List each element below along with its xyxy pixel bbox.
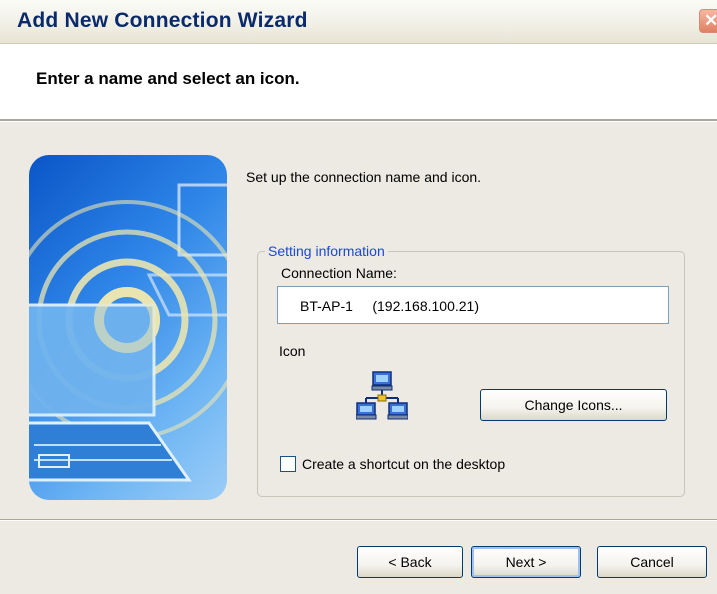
icon-label: Icon (279, 343, 306, 359)
close-icon: ✕ (704, 11, 717, 30)
cancel-button[interactable]: Cancel (597, 546, 707, 578)
connection-name-label: Connection Name: (281, 265, 397, 281)
shortcut-label: Create a shortcut on the desktop (302, 456, 506, 472)
network-icon (355, 371, 409, 421)
shortcut-checkbox[interactable] (280, 456, 296, 472)
wizard-illustration (29, 155, 227, 500)
laptop-waves-icon (29, 183, 227, 482)
instruction-text: Set up the connection name and icon. (246, 169, 482, 185)
back-button[interactable]: < Back (357, 546, 463, 578)
page-heading: Enter a name and select an icon. (36, 69, 300, 88)
wizard-header: Enter a name and select an icon. (0, 44, 717, 119)
connection-name-field[interactable]: BT-AP-1 (192.168.100.21) (277, 286, 669, 324)
connection-name-value: BT-AP-1 (192.168.100.21) (300, 298, 479, 314)
group-label: Setting information (265, 243, 388, 259)
title-bar: Add New Connection Wizard ✕ (0, 0, 717, 44)
change-icons-button[interactable]: Change Icons... (480, 389, 667, 421)
close-button[interactable]: ✕ (699, 9, 717, 33)
footer-divider (0, 519, 717, 521)
window-title: Add New Connection Wizard (17, 9, 308, 32)
next-button[interactable]: Next > (471, 546, 581, 578)
